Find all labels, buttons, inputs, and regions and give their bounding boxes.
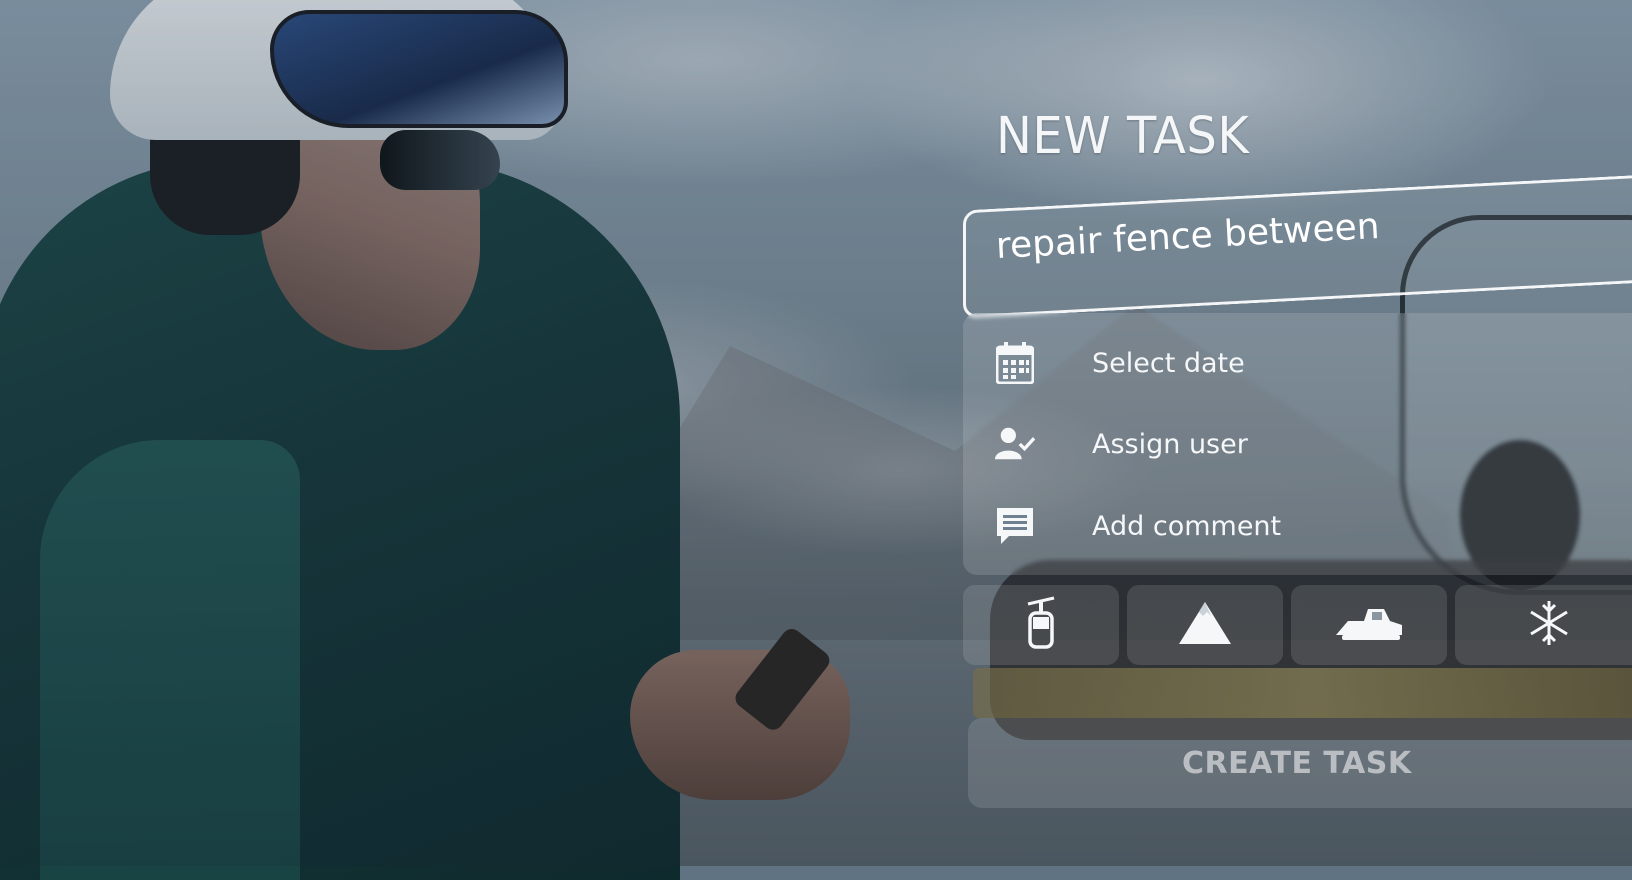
category-snow[interactable] — [1455, 585, 1632, 665]
category-selector — [963, 585, 1632, 665]
create-task-label: CREATE TASK — [1182, 745, 1412, 781]
panel-title: NEW TASK — [996, 106, 1250, 166]
category-snowplow[interactable] — [1291, 585, 1447, 665]
snowplow-icon — [1334, 605, 1404, 646]
mountain-icon — [1177, 600, 1233, 651]
select-date-label: Select date — [1092, 347, 1245, 379]
task-options-card — [963, 313, 1632, 575]
calendar-icon — [995, 342, 1035, 384]
snowflake-icon — [1529, 599, 1569, 652]
snowmobile-track — [973, 668, 1632, 718]
create-task-button[interactable]: CREATE TASK — [968, 718, 1632, 808]
add-comment-option[interactable]: Add comment — [995, 496, 1281, 556]
category-lift[interactable] — [963, 585, 1119, 665]
user-check-icon — [995, 424, 1035, 464]
assign-user-label: Assign user — [1092, 428, 1248, 460]
lift-gondola-icon — [1024, 596, 1058, 655]
category-mountain[interactable] — [1127, 585, 1283, 665]
comment-icon — [995, 506, 1035, 546]
add-comment-label: Add comment — [1092, 510, 1282, 542]
select-date-option[interactable]: Select date — [995, 333, 1245, 393]
assign-user-option[interactable]: Assign user — [995, 414, 1248, 474]
